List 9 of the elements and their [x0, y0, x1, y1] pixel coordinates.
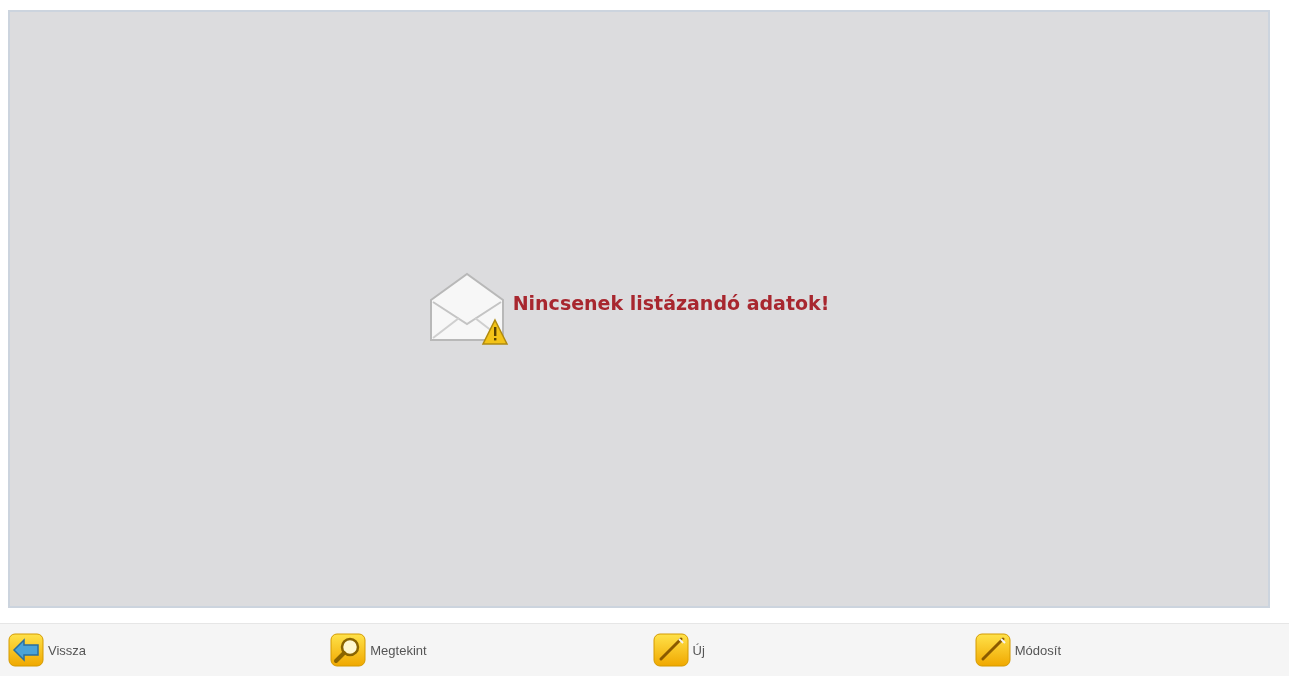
toolbar-button[interactable]: Új — [644, 633, 705, 667]
toolbar-button[interactable]: Vissza — [0, 633, 87, 667]
toolbar-button[interactable]: Megtekint — [322, 633, 427, 667]
search-icon — [330, 633, 367, 667]
toolbar-button[interactable]: Módosít — [966, 633, 1061, 667]
empty-message: Nincsenek listázandó adatok! — [512, 292, 830, 314]
pencil-icon — [652, 633, 689, 667]
pencil-icon — [974, 633, 1011, 667]
envelope-warning-icon — [428, 272, 509, 346]
